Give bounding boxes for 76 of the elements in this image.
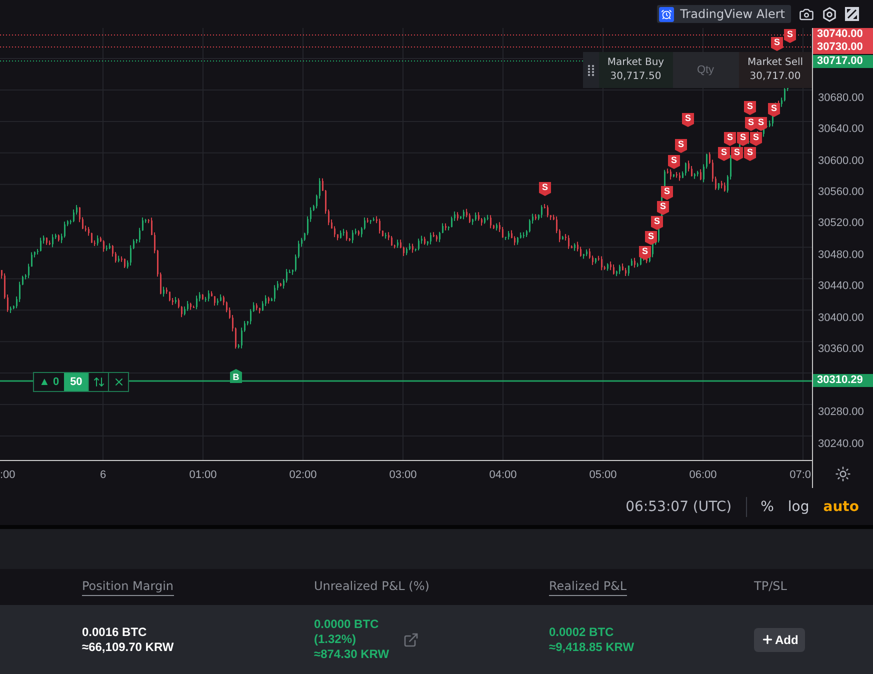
- price-label: 30360.00: [817, 342, 865, 358]
- price-tag: 30740.00: [813, 28, 873, 41]
- position-quantity: 50: [64, 373, 88, 391]
- sell-marker: S: [668, 155, 680, 169]
- sell-marker: S: [750, 132, 762, 146]
- unrealized-pnl-value: 0.0000 BTC: [314, 617, 380, 632]
- price-tag: 30310.29: [813, 374, 873, 387]
- sell-marker: S: [768, 103, 780, 117]
- realized-pnl-value: 0.0002 BTC: [549, 624, 615, 640]
- price-label: 30280.00: [817, 405, 865, 420]
- plus-icon: [761, 633, 774, 646]
- margin-value: ≈66,109.70 KRW: [82, 640, 174, 654]
- sell-marker: S: [784, 29, 796, 43]
- column-header: Unrealized P&L (%): [314, 579, 430, 595]
- column-header: TP/SL: [754, 579, 787, 595]
- sell-marker: S: [737, 132, 749, 146]
- price-tag: 30730.00: [813, 41, 873, 54]
- sell-marker: S: [771, 37, 783, 51]
- sell-marker: S: [657, 201, 669, 215]
- time-label: 01:00: [189, 469, 217, 481]
- add-tpsl-button[interactable]: Add: [754, 628, 806, 652]
- price-label: 30520.00: [817, 216, 865, 232]
- unrealized-pnl-value: (1.32%): [314, 632, 358, 647]
- market-buy-button[interactable]: Market Buy 30,717.50: [599, 52, 672, 88]
- sell-marker: S: [718, 147, 730, 161]
- sell-marker: S: [724, 132, 736, 146]
- unrealized-pnl-value: ≈874.30 KRW: [314, 647, 390, 662]
- time-label: :00: [0, 469, 16, 481]
- scale-option[interactable]: log: [788, 498, 810, 514]
- time-label: 6: [100, 469, 106, 481]
- close-icon: [112, 376, 125, 388]
- sell-marker: S: [539, 182, 551, 196]
- sell-marker: S: [639, 246, 651, 260]
- sell-marker: S: [661, 186, 673, 200]
- share-icon[interactable]: [403, 632, 420, 648]
- alarm-clock-icon: [659, 6, 674, 22]
- sell-marker: S: [755, 117, 767, 131]
- time-label: 05:00: [589, 469, 617, 481]
- price-label: 30600.00: [817, 154, 865, 169]
- sell-marker: S: [675, 139, 687, 153]
- sell-marker: S: [682, 113, 694, 127]
- sell-marker: S: [651, 216, 663, 230]
- qty-field[interactable]: Qty: [672, 52, 738, 88]
- price-label: 30400.00: [817, 310, 865, 326]
- sell-marker: S: [744, 101, 756, 115]
- price-label: 30480.00: [817, 248, 865, 263]
- price-label: 30640.00: [817, 122, 865, 138]
- column-header: Position Margin: [82, 578, 174, 596]
- buy-marker: B: [230, 369, 242, 383]
- position-side-label: ▲ 0: [38, 375, 60, 390]
- realized-pnl-value: ≈9,418.85 KRW: [549, 640, 634, 654]
- time-label: 06:00: [689, 469, 717, 481]
- price-tag: 30717.00: [813, 55, 873, 68]
- time-label: 03:00: [389, 469, 417, 481]
- sell-marker: S: [731, 147, 743, 161]
- scale-option[interactable]: auto: [823, 498, 859, 514]
- camera-icon[interactable]: [799, 6, 814, 22]
- clock-time: 06:53:07 (UTC): [626, 498, 732, 514]
- settings-icon[interactable]: [822, 6, 837, 22]
- sell-marker: S: [744, 147, 756, 161]
- time-label: 04:00: [489, 469, 517, 481]
- price-label: 30680.00: [817, 90, 865, 106]
- column-header: Realized P&L: [549, 578, 627, 596]
- alert-button[interactable]: TradingView Alert: [657, 5, 791, 23]
- scale-option[interactable]: %: [760, 498, 774, 514]
- brightness-icon[interactable]: [835, 466, 851, 482]
- margin-value: 0.0016 BTC: [82, 624, 148, 640]
- price-label: 30560.00: [817, 185, 865, 200]
- sell-marker: S: [645, 231, 657, 245]
- price-label: 30440.00: [817, 279, 865, 294]
- price-label: 30240.00: [817, 436, 865, 452]
- fullscreen-icon[interactable]: [845, 7, 859, 21]
- market-sell-button[interactable]: Market Sell 30,717.00: [738, 52, 812, 88]
- time-label: 07:0: [790, 469, 811, 481]
- time-label: 02:00: [289, 469, 317, 481]
- up-down-arrows-icon: [92, 376, 105, 388]
